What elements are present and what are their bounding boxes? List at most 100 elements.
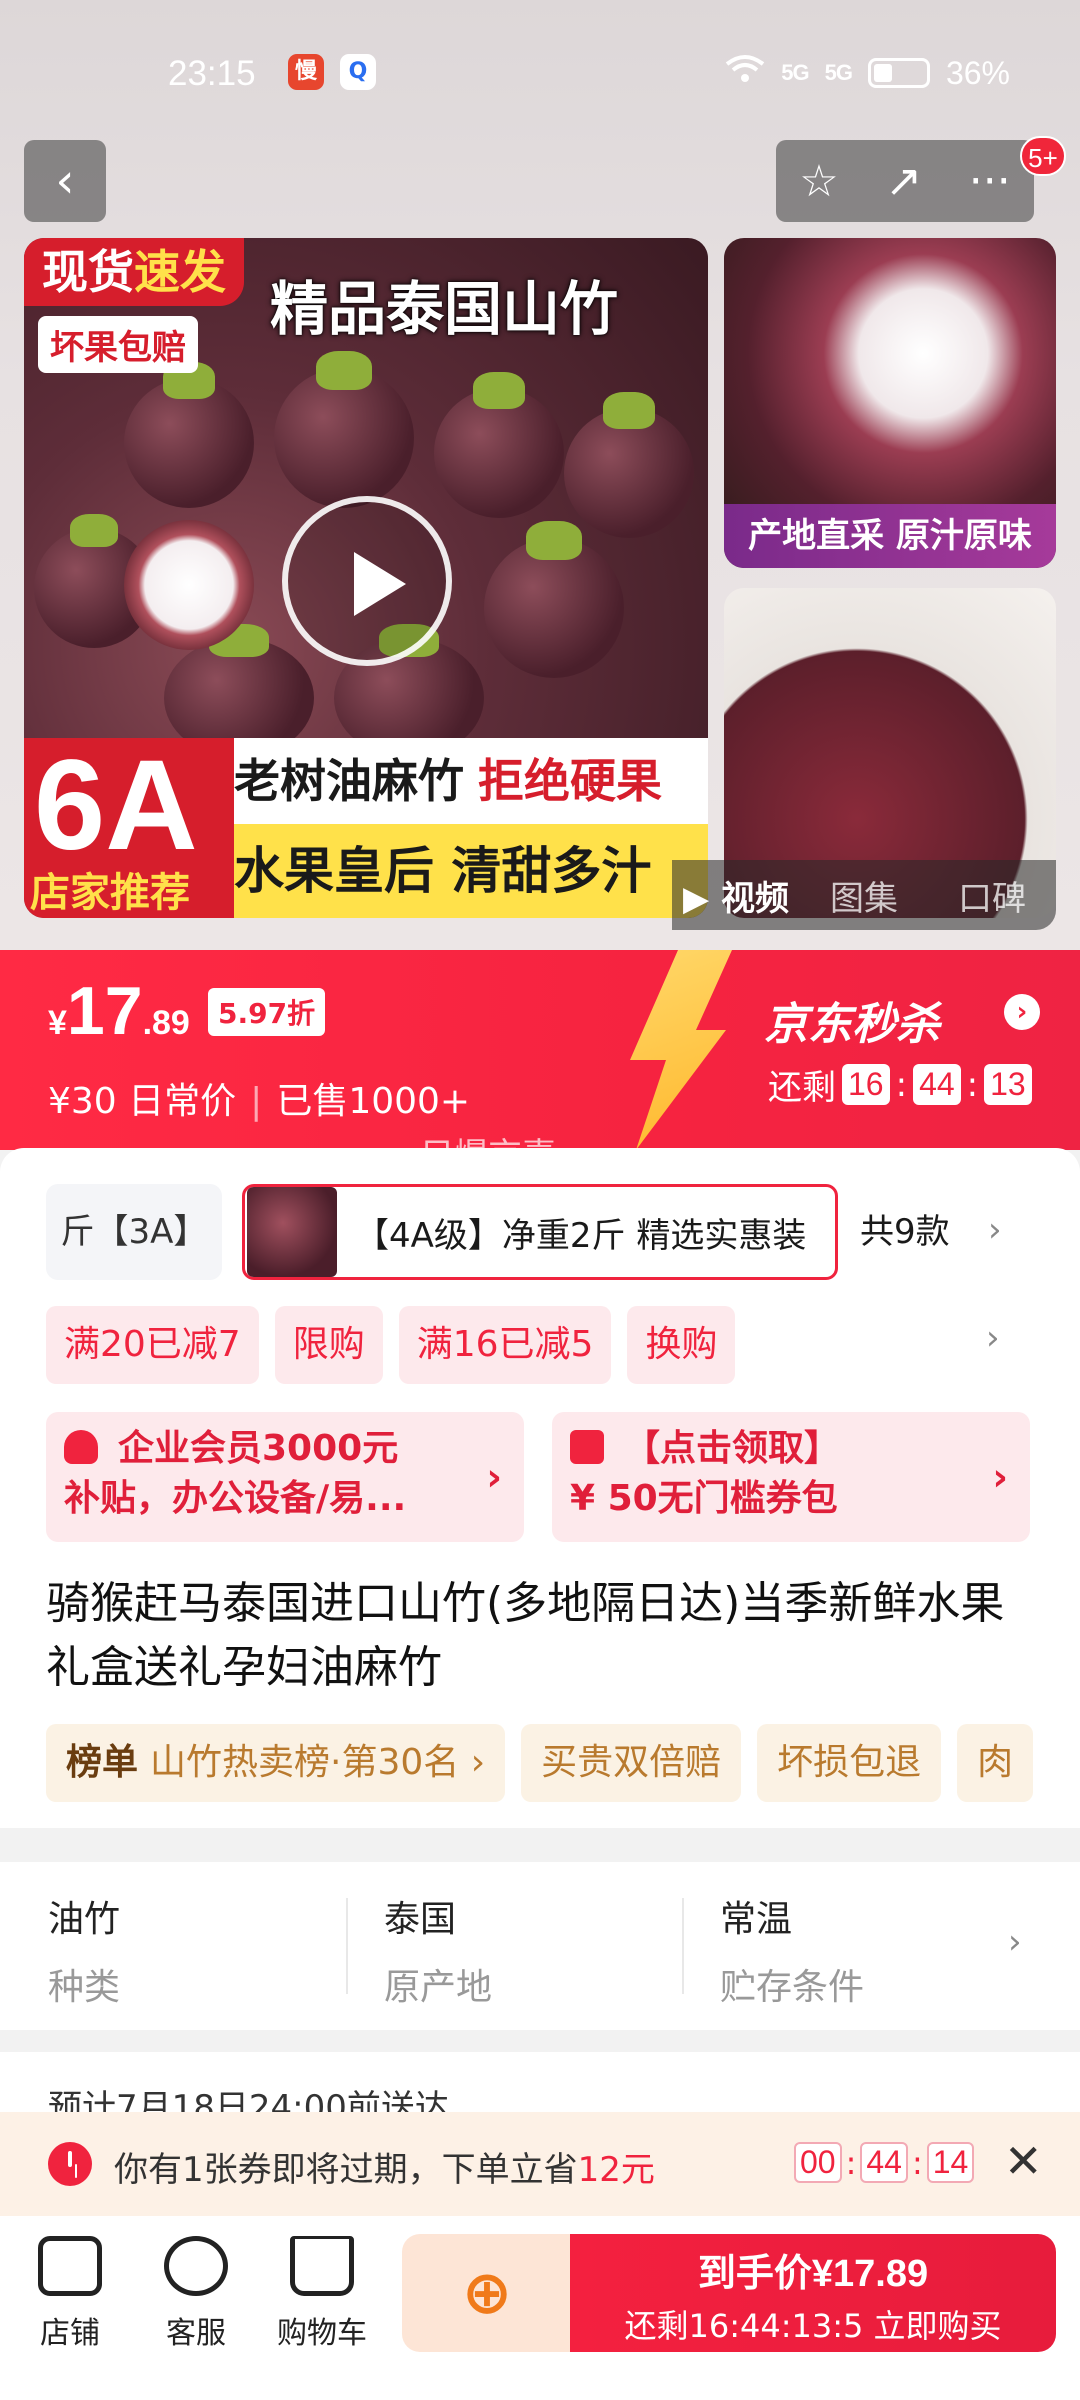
more-icon[interactable]: ··· (969, 156, 1011, 207)
cart-button[interactable]: 购物车 (262, 2236, 382, 2352)
product-attributes[interactable]: 油竹 种类 泰国 原产地 常温 贮存条件 › (0, 1862, 1080, 2030)
service-label: 客服 (166, 2316, 226, 2351)
spec-selector[interactable]: 斤【3A】 【4A级】净重2斤 精选实惠装 共9款 › (46, 1184, 1046, 1284)
countdown-hours: 16 (842, 1064, 890, 1105)
grade-text: 6A (34, 734, 198, 877)
service-tag[interactable]: 肉 (957, 1724, 1034, 1802)
spec-option-selected[interactable]: 【4A级】净重2斤 精选实惠装 (242, 1184, 838, 1280)
seckill-countdown: 还剩 16: 44: 13 (768, 1060, 1032, 1109)
price-subline: ¥30 日常价 | 已售1000+ (48, 1081, 471, 1122)
service-tag[interactable]: 买贵双倍赔 (521, 1724, 742, 1802)
countdown-seconds: 13 (984, 1064, 1032, 1105)
service-tag[interactable]: 坏损包退 (757, 1724, 942, 1802)
chevron-right-icon: › (486, 1455, 502, 1499)
coupon-pack-card[interactable]: 【点击领取】 ¥ 50无门槛券包 › (552, 1412, 1030, 1542)
price-integer: 17 (66, 973, 143, 1049)
battery-icon (867, 58, 930, 88)
remain-label: 还剩 (768, 1068, 836, 1108)
ribbon-text: 现货 (42, 245, 134, 299)
promo-tag[interactable]: 满20已减7 (46, 1306, 259, 1384)
fruit-image (434, 372, 564, 518)
store-label: 店铺 (40, 2316, 100, 2351)
chevron-right-icon: › (988, 1210, 1002, 1250)
fruit-image (274, 351, 414, 508)
feature-strip: 老树油麻竹 拒绝硬果 (234, 738, 708, 824)
add-to-cart-button[interactable]: ⊕ (402, 2234, 572, 2352)
countdown-seconds: 14 (926, 2142, 975, 2183)
search-notification-icon: Q (340, 54, 376, 90)
back-button[interactable]: ‹ (24, 140, 106, 222)
product-title: 骑猴赶马泰国进口山竹(多地隔日达)当季新鲜水果礼盒送礼孕妇油麻竹 (46, 1578, 1005, 1693)
tab-gallery[interactable]: 图集 (800, 871, 928, 920)
close-icon[interactable]: ✕ (1004, 2134, 1043, 2188)
favorite-star-icon[interactable]: ☆ (799, 156, 838, 207)
feature-highlight: 拒绝硬果 (478, 754, 662, 808)
ranking-tag[interactable]: 榜单 山竹热卖榜·第30名 › (46, 1724, 506, 1802)
seckill-price-banner[interactable]: ¥17.89 5.97折 ¥30 日常价 | 已售1000+ 京东秒杀 › 还剩 1… (0, 950, 1080, 1150)
attribute-key: 种类 (48, 1967, 121, 2008)
tab-reviews[interactable]: 口碑 (928, 871, 1056, 920)
gallery-thumb[interactable]: 产地直采 原汁原味 (724, 238, 1056, 568)
delivery-row[interactable]: 预计7月18日24:00前送达 (0, 2052, 1080, 2112)
fruit-image (564, 392, 694, 538)
promo-tag[interactable]: 换购 (627, 1306, 736, 1384)
seckill-title: 京东秒杀 (764, 999, 940, 1050)
lightning-icon (630, 950, 732, 1150)
slogan-strip: 水果皇后 清甜多汁 (234, 824, 708, 918)
buy-now-button[interactable]: 到手价¥17.89 还剩16:44:13:5 立即购买 (570, 2234, 1056, 2352)
divider (346, 1898, 348, 1994)
cart-icon (290, 2236, 354, 2296)
final-price-value: ¥17.89 (811, 2253, 929, 2295)
delivery-text: 预计7月18日24:00前送达 (48, 2088, 449, 2112)
attribute-item: 泰国 原产地 (384, 1890, 684, 2010)
battery-level: 36% (945, 54, 1010, 91)
current-price: ¥17.89 (48, 972, 190, 1050)
app-notification-icon: 慢 (288, 54, 324, 90)
price-decimal: .89 (142, 1004, 190, 1042)
tab-video[interactable]: ▶ 视频 (672, 871, 800, 920)
chevron-right-icon: › (1008, 1922, 1022, 1962)
attribute-value: 常温 (720, 1899, 793, 1940)
chevron-right-icon: › (1004, 994, 1040, 1030)
countdown-minutes: 44 (913, 1064, 961, 1105)
spec-label: 【4A级】净重2斤 精选实惠装 (355, 1215, 807, 1256)
buy-now-label: 还剩16:44:13:5 立即购买 (624, 2307, 1002, 2345)
main-video[interactable]: 现货速发 坏果包赔 精品泰国山竹 6A 店家推荐 老树油麻竹 拒绝硬果 水果皇后 … (24, 238, 708, 918)
coupon-expiry-notice[interactable]: 你有1张券即将过期，下单立省12元 00: 44: 14 ✕ (0, 2112, 1080, 2216)
spec-option[interactable]: 斤【3A】 (46, 1184, 222, 1280)
bad-fruit-tag: 坏果包赔 (38, 316, 198, 373)
grade-badge: 6A 店家推荐 (24, 734, 234, 918)
notice-message: 你有1张券即将过期，下单立省 (114, 2150, 578, 2190)
coupon-line: 【点击领取】 (624, 1428, 841, 1469)
attribute-item: 常温 贮存条件 (720, 1890, 1020, 2010)
share-icon[interactable]: ↗ (885, 156, 922, 207)
clock-icon (48, 2142, 92, 2186)
video-title: 精品泰国山竹 (270, 275, 619, 343)
promo-tag[interactable]: 满16已减5 (398, 1306, 612, 1384)
message-badge: 5+ (1020, 136, 1066, 176)
discount-badge: 5.97折 (208, 988, 326, 1036)
play-icon[interactable] (282, 496, 452, 666)
product-gallery: 23:15 慢 Q 5G 5G 36% ‹ ☆ ↗ ··· 5+ 现货速发 坏果… (0, 0, 1080, 950)
fruit-image (484, 521, 624, 678)
notice-saving: 12元 (577, 2150, 655, 2190)
final-price-line: 到手价¥17.89 (570, 2242, 1056, 2297)
status-time: 23:15 (168, 54, 256, 93)
promo-tag[interactable]: 限购 (274, 1306, 383, 1384)
coupon-line: 企业会员3000元 (118, 1428, 399, 1469)
opened-fruit-image (124, 520, 254, 650)
signal-icon: 5G (781, 60, 809, 85)
chevron-left-icon: ‹ (55, 153, 75, 209)
attribute-key: 原产地 (384, 1967, 493, 2008)
promotion-tags[interactable]: 满20已减7 限购 满16已减5 换购 (46, 1306, 736, 1384)
store-icon (38, 2236, 102, 2296)
ranking-text: 山竹热卖榜·第30名 › (150, 1742, 486, 1783)
chevron-right-icon[interactable]: › (986, 1318, 1000, 1358)
customer-service-button[interactable]: 客服 (136, 2236, 256, 2352)
currency-symbol: ¥ (48, 1004, 67, 1042)
enterprise-member-card[interactable]: 企业会员3000元 补贴，办公设备/易... › (46, 1412, 524, 1542)
store-button[interactable]: 店铺 (10, 2236, 130, 2352)
final-price-label: 到手价 (697, 2251, 812, 2295)
top-actions: ☆ ↗ ··· (776, 140, 1034, 222)
add-cart-icon: ⊕ (461, 2258, 513, 2328)
